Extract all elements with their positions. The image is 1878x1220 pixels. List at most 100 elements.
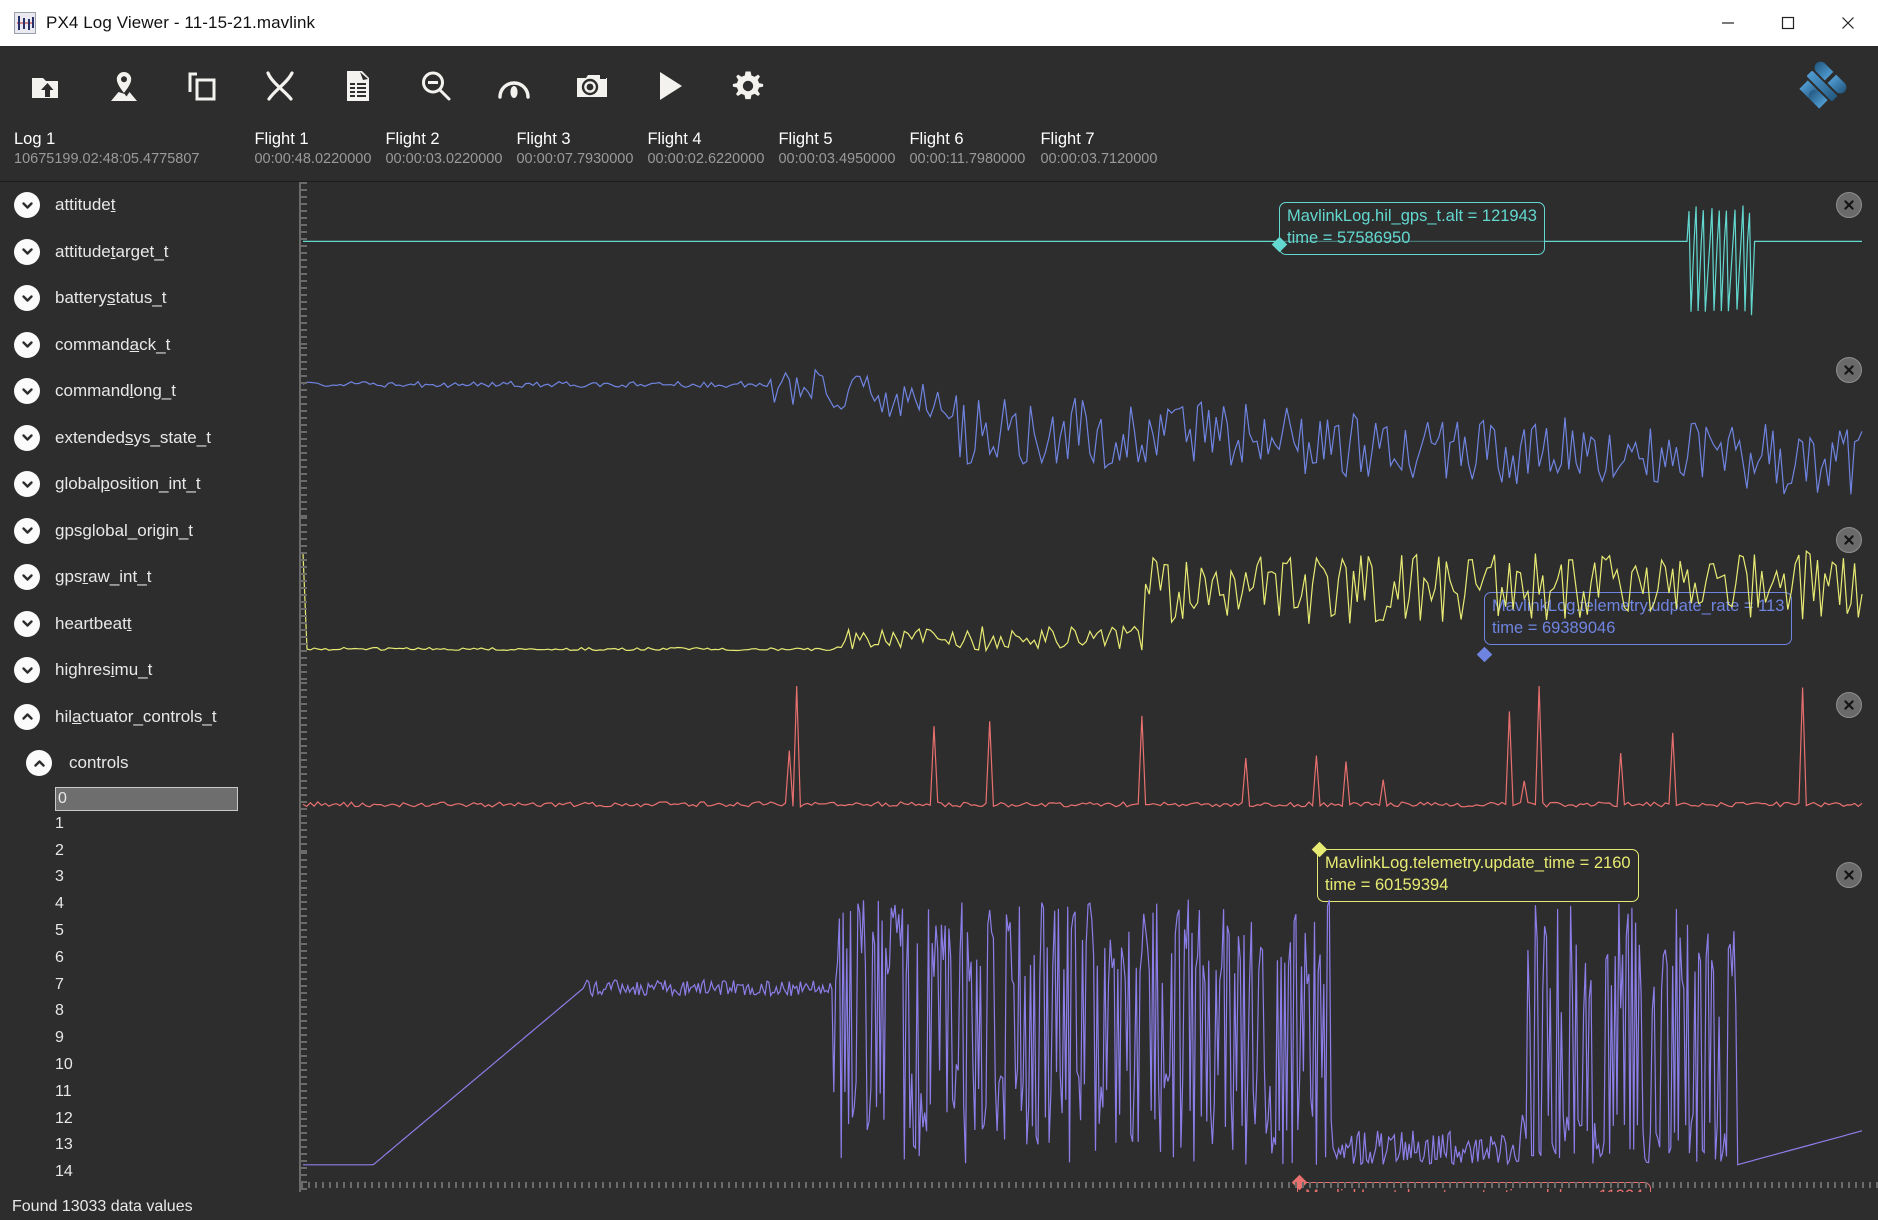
tree-leaf-6[interactable]: 6 — [0, 944, 299, 971]
tree-item-batterystatus-t[interactable]: batterystatus_t — [0, 275, 299, 322]
chevron-down-icon[interactable] — [14, 378, 40, 404]
tree-leaf-9[interactable]: 9 — [0, 1025, 299, 1052]
tree-leaf-0[interactable]: 0 — [55, 787, 238, 811]
flight-tab-label: Flight 7 — [1040, 130, 1171, 149]
chevron-down-icon[interactable] — [14, 192, 40, 218]
x-axis-ticks — [301, 1182, 1878, 1188]
maximize-button[interactable] — [1758, 0, 1818, 46]
tree-leaf-label: 7 — [55, 976, 64, 994]
gauge-icon[interactable] — [488, 60, 540, 112]
document-icon[interactable] — [332, 60, 384, 112]
tree-item-commandlong-t[interactable]: commandlong_t — [0, 368, 299, 415]
tree-item-extendedsys-state-t[interactable]: extendedsys_state_t — [0, 415, 299, 462]
x-cross-icon[interactable] — [254, 60, 306, 112]
gear-icon[interactable] — [722, 60, 774, 112]
tree-leaf-1[interactable]: 1 — [0, 811, 299, 838]
tree-item-gpsglobal-origin-t[interactable]: gpsglobal_origin_t — [0, 508, 299, 555]
tree-leaf-10[interactable]: 10 — [0, 1052, 299, 1079]
tree-item-hilactuator-controls-t[interactable]: hilactuator_controls_t — [0, 694, 299, 741]
tree-leaf-11[interactable]: 11 — [0, 1078, 299, 1105]
tree-leaf-12[interactable]: 12 — [0, 1105, 299, 1132]
tree-item-highresimu-t[interactable]: highresimu_t — [0, 647, 299, 694]
tree-item-label: attitudetarget_t — [55, 242, 168, 262]
camera-icon[interactable] — [566, 60, 618, 112]
flight-tab[interactable]: Flight 1 00:00:48.0220000 — [254, 125, 385, 169]
flight-tab-time: 00:00:03.4950000 — [778, 150, 909, 169]
flight-tabs-bar: Log 1 10675199.02:48:05.4775807 Flight 1… — [0, 125, 1878, 182]
trace-telemetry-udpate-rate-panel — [301, 347, 1878, 517]
chevron-up-icon[interactable] — [14, 704, 40, 730]
tree-item-attitudetarget-t[interactable]: attitudetarget_t — [0, 229, 299, 276]
tree-item-label: extendedsys_state_t — [55, 428, 211, 448]
telemetry-update-time-panel[interactable]: MavlinkLog.telemetry.update_time = 2160t… — [301, 517, 1878, 682]
tree-leaf-label: 9 — [55, 1029, 64, 1047]
chevron-down-icon[interactable] — [14, 611, 40, 637]
tree-leaf-14[interactable]: 14 — [0, 1159, 299, 1186]
play-icon[interactable] — [644, 60, 696, 112]
tree-leaf-label: 3 — [55, 868, 64, 886]
flight-tab[interactable]: Flight 4 00:00:02.6220000 — [647, 125, 778, 169]
flight-tab[interactable]: Flight 7 00:00:03.7120000 — [1040, 125, 1171, 169]
tree-leaf-label: 0 — [56, 790, 67, 808]
tree-item-attitudet[interactable]: attitudet — [0, 182, 299, 229]
tree-item-commandack-t[interactable]: commandack_t — [0, 322, 299, 369]
chevron-down-icon[interactable] — [14, 657, 40, 683]
tree-item-label: gpsraw_int_t — [55, 567, 151, 587]
status-bar: Found 13033 data values — [0, 1192, 1878, 1220]
chevron-down-icon[interactable] — [14, 332, 40, 358]
tree-leaf-5[interactable]: 5 — [0, 918, 299, 945]
tree-leaf-3[interactable]: 3 — [0, 864, 299, 891]
chevron-down-icon[interactable] — [14, 425, 40, 451]
flight-tab-time: 00:00:11.7980000 — [909, 150, 1040, 169]
tree-item-label: batterystatus_t — [55, 288, 167, 308]
chevron-down-icon[interactable] — [14, 564, 40, 590]
hil-actuator-controls-panel[interactable]: MavlinkLog.hil_actuator_controls_t.contr… — [301, 852, 1878, 1192]
tree-leaf-7[interactable]: 7 — [0, 971, 299, 998]
hil_gps_alt-panel[interactable]: MavlinkLog.hil_gps_t.alt = 121943time = … — [301, 182, 1878, 347]
tree-item-heartbeatt[interactable]: heartbeatt — [0, 601, 299, 648]
flight-tab[interactable]: Flight 5 00:00:03.4950000 — [778, 125, 909, 169]
flight-tab[interactable]: Flight 3 00:00:07.7930000 — [516, 125, 647, 169]
flight-tab[interactable]: Flight 6 00:00:11.7980000 — [909, 125, 1040, 169]
flight-tab-list: Flight 1 00:00:48.0220000 Flight 2 00:00… — [254, 125, 1171, 169]
telemetry-udpate-rate-panel[interactable]: MavlinkLog.telemetry.udpate_rate = 113ti… — [301, 347, 1878, 517]
flight-tab-label: Flight 6 — [909, 130, 1040, 149]
tree-leaf-label: 1 — [55, 815, 64, 833]
tree-item-gpsraw-int-t[interactable]: gpsraw_int_t — [0, 554, 299, 601]
log-tab[interactable]: Log 1 10675199.02:48:05.4775807 — [14, 125, 199, 169]
message-tree: attitudet attitudetarget_t batterystatus_t… — [0, 182, 299, 1186]
folder-upload-icon[interactable] — [20, 60, 72, 112]
chevron-down-icon[interactable] — [14, 239, 40, 265]
tree-leaf-2[interactable]: 2 — [0, 837, 299, 864]
tree-item-globalposition-int-t[interactable]: globalposition_int_t — [0, 461, 299, 508]
minimize-button[interactable] — [1698, 0, 1758, 46]
tree-leaf-label: 11 — [55, 1083, 72, 1101]
tree-leaf-label: 2 — [55, 842, 64, 860]
map-pin-icon[interactable] — [98, 60, 150, 112]
close-plot-button[interactable] — [1836, 862, 1862, 888]
chevron-up-icon[interactable] — [26, 750, 52, 776]
plot-area[interactable]: MavlinkLog.hil_gps_t.alt = 121943time = … — [299, 182, 1878, 1192]
tree-leaf-13[interactable]: 13 — [0, 1132, 299, 1159]
tree-leaf-4[interactable]: 4 — [0, 891, 299, 918]
copy-icon[interactable] — [176, 60, 228, 112]
close-plot-button[interactable] — [1836, 692, 1862, 718]
tree-item-label: commandack_t — [55, 335, 170, 355]
close-plot-button[interactable] — [1836, 357, 1862, 383]
chevron-down-icon[interactable] — [14, 471, 40, 497]
close-plot-button[interactable] — [1836, 192, 1862, 218]
chevron-down-icon[interactable] — [14, 518, 40, 544]
flight-tab-label: Flight 3 — [516, 130, 647, 149]
close-button[interactable] — [1818, 0, 1878, 46]
telemetry-actuation-delay-panel[interactable]: MavlinkLog.telemetry.actuation_delay = 1… — [301, 682, 1878, 852]
flight-tab[interactable]: Flight 2 00:00:03.0220000 — [385, 125, 516, 169]
tree-leaf-label: 4 — [55, 895, 64, 913]
close-plot-button[interactable] — [1836, 527, 1862, 553]
tree-leaf-label: 14 — [55, 1163, 73, 1181]
message-tree-sidebar[interactable]: attitudet attitudetarget_t batterystatus_t… — [0, 182, 299, 1192]
magnifier-minus-icon[interactable] — [410, 60, 462, 112]
tree-leaf-label: 6 — [55, 949, 64, 967]
chevron-down-icon[interactable] — [14, 285, 40, 311]
tree-item-controls[interactable]: controls — [0, 740, 299, 787]
tree-leaf-8[interactable]: 8 — [0, 998, 299, 1025]
